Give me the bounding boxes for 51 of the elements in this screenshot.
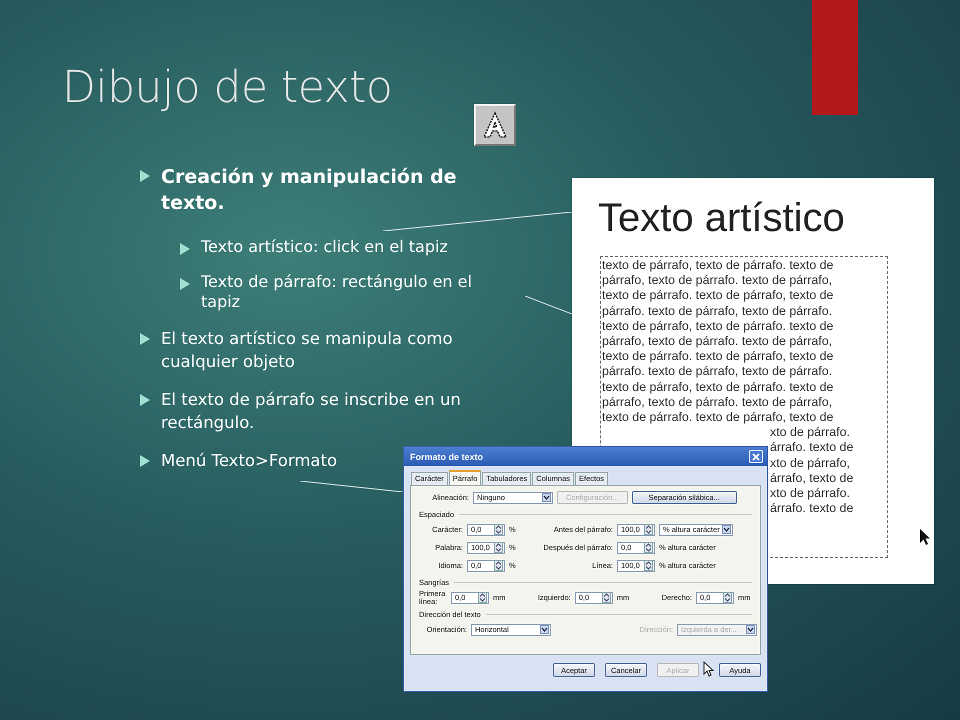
- paragraph-line: texto de párrafo. texto de párrafo, texto de: [602, 288, 834, 304]
- paragraph-line: párrafo, texto de párrafo. texto de párrafo,: [602, 394, 834, 410]
- paragraph-line: texto de párrafo, texto de párrafo. texto de: [602, 258, 834, 274]
- cursor-icon: [919, 528, 931, 546]
- bullet-icon: [180, 278, 190, 290]
- spin-arrows-icon: [644, 524, 653, 535]
- paragraph-line: párrafo. texto de párrafo, texto de párrafo.: [602, 304, 834, 319]
- slide-title: Dibujo de texto: [62, 61, 394, 115]
- bullet-text: Texto artístico: click en el tapiz: [201, 237, 448, 257]
- dropdown-arrow-icon: [746, 625, 755, 634]
- paragraph-line: texto de párrafo, texto de párrafo. texto de: [602, 318, 834, 334]
- paragraph-line: árrafo. texto de: [770, 501, 854, 516]
- paragraph-line: texto de párrafo, texto de párrafo. texto de: [602, 380, 834, 395]
- paragraph-line: árrafo. texto de: [770, 440, 854, 456]
- bullet-icon: [140, 455, 150, 467]
- paragraph-line: texto de párrafo. texto de párrafo, texto de: [602, 349, 834, 364]
- pointer-icon: [703, 661, 715, 679]
- spin-arrows-icon: [602, 592, 611, 603]
- spin-arrows-icon: [494, 542, 503, 553]
- paragraph-line: xto de párrafo,: [770, 456, 851, 471]
- paragraph-line: párrafo. texto de párrafo, texto de párrafo.: [602, 364, 834, 380]
- dialog-title: Formato de texto: [410, 452, 484, 462]
- dropdown-arrow-icon: [722, 525, 731, 534]
- text-tool-icon[interactable]: [474, 104, 516, 146]
- paragraph-line: texto de párrafo. texto de párrafo, texto de: [602, 410, 834, 426]
- spin-arrows-icon: [644, 560, 653, 571]
- artistic-text: Texto artístico: [598, 195, 846, 242]
- spin-arrows-icon: [723, 592, 732, 603]
- dropdown-arrow-icon: [540, 625, 549, 634]
- leader-line: [525, 296, 572, 314]
- close-button[interactable]: [749, 450, 763, 463]
- bullet-text: Texto de párrafo: rectángulo en el tapiz: [201, 272, 473, 312]
- close-icon: [752, 452, 760, 460]
- spin-arrows-icon: [494, 524, 503, 535]
- spin-arrows-icon: [478, 592, 487, 603]
- bullet-text: El texto artístico se manipula como cualquier objeto: [161, 328, 454, 373]
- bullet-icon: [140, 394, 150, 406]
- paragraph-line: xto de párrafo.: [770, 486, 851, 502]
- bullet-icon: [140, 333, 150, 345]
- bullet-icon: [140, 170, 150, 182]
- spin-arrows-icon: [644, 542, 653, 553]
- paragraph-line: párrafo, texto de párrafo. texto de párrafo,: [602, 334, 834, 350]
- bullet-text: Creación y manipulación de texto.: [161, 165, 458, 216]
- bullet-icon: [180, 243, 190, 255]
- spin-arrows-icon: [494, 560, 503, 571]
- bullet-text: Menú Texto>Formato: [161, 450, 338, 472]
- bullet-text: El texto de párrafo se inscribe en un rectángulo.: [161, 389, 462, 434]
- paragraph-line: xto de párrafo.: [770, 425, 851, 440]
- paragraph-line: párrafo, texto de párrafo. texto de párrafo,: [602, 273, 834, 288]
- dropdown-arrow-icon: [542, 493, 551, 502]
- paragraph-line: árrafo, texto de: [770, 470, 854, 486]
